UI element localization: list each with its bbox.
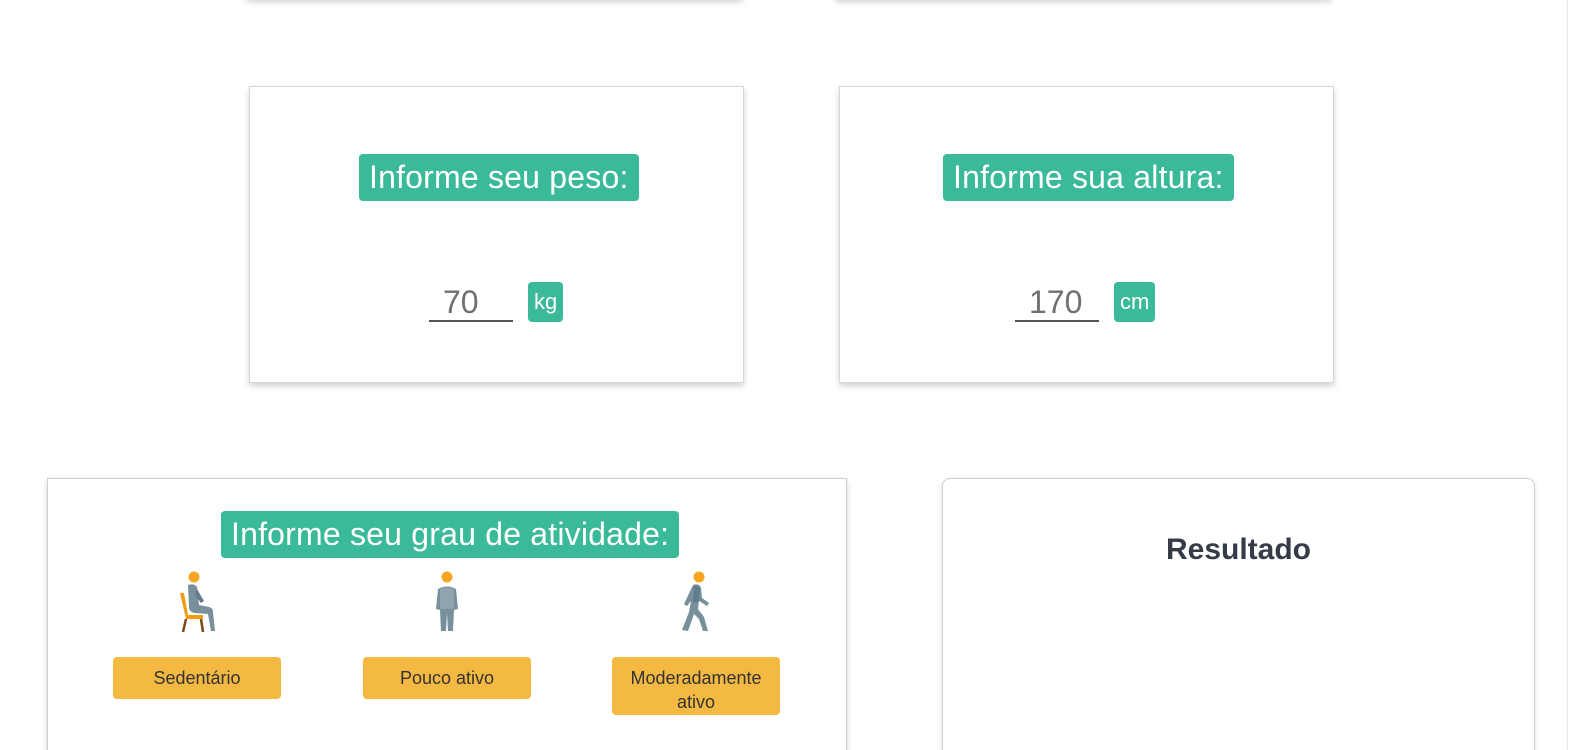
result-title: Resultado [1165,533,1312,566]
height-label: Informe sua altura: [943,154,1234,201]
moderately-active-button[interactable]: Moderadamente ativo [612,657,780,715]
height-card: Informe sua altura: cm [839,86,1334,383]
activity-option-moderately-active: Moderadamente ativo [612,571,780,715]
sedentary-button[interactable]: Sedentário [113,657,281,699]
person-walking-icon [612,571,780,633]
height-input[interactable] [1015,284,1099,322]
person-standing-icon [363,571,531,633]
activity-card: Informe seu grau de atividade: Sedentári… [47,478,847,750]
activity-option-little-active: Pouco ativo [363,571,531,699]
weight-input[interactable] [429,284,513,322]
page: Informe seu peso: kg Informe sua altura:… [0,0,1585,750]
weight-unit-badge: kg [528,282,564,322]
activity-label: Informe seu grau de atividade: [221,511,680,558]
little-active-button[interactable]: Pouco ativo [363,657,531,699]
result-card: Resultado [942,478,1535,750]
weight-card: Informe seu peso: kg [249,86,744,383]
page-scrollbar[interactable] [1567,0,1585,750]
height-unit-badge: cm [1114,282,1156,322]
person-sitting-icon [113,571,281,633]
activity-option-sedentary: Sedentário [113,571,281,699]
weight-label: Informe seu peso: [359,154,639,201]
